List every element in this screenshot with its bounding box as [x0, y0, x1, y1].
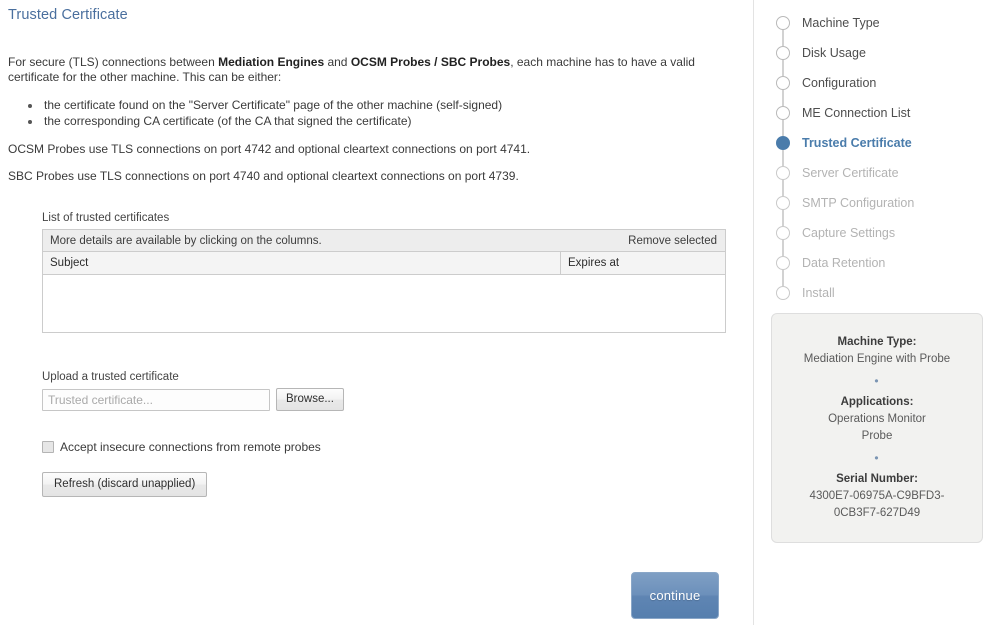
wizard-step-label: Install [802, 286, 835, 300]
main-content: Trusted Certificate For secure (TLS) con… [0, 0, 752, 625]
remove-selected-button[interactable]: Remove selected [628, 235, 717, 247]
wizard-step-label: ME Connection List [802, 106, 911, 120]
wizard-step-label: Machine Type [802, 16, 880, 30]
wizard-step-configuration[interactable]: Configuration [754, 68, 999, 106]
cert-table-toolbar: More details are available by clicking o… [43, 230, 725, 252]
wizard-step-label: Disk Usage [802, 46, 866, 60]
step-connector-line [782, 90, 784, 106]
accept-insecure-checkbox[interactable] [42, 441, 54, 453]
wizard-step-label: Server Certificate [802, 166, 899, 180]
page-title: Trusted Certificate [8, 7, 128, 23]
note-sbc-ports: SBC Probes use TLS connections on port 4… [8, 169, 519, 183]
wizard-step-label: Data Retention [802, 256, 886, 270]
step-circle-icon [776, 226, 790, 240]
step-connector-line [782, 270, 784, 286]
intro-bold-mediation-engines: Mediation Engines [218, 55, 325, 69]
upload-label: Upload a trusted certificate [42, 371, 179, 383]
wizard-step-data-retention[interactable]: Data Retention [754, 248, 999, 286]
step-connector-line [782, 210, 784, 226]
accept-insecure-row: Accept insecure connections from remote … [42, 440, 724, 454]
wizard-step-trusted-certificate[interactable]: Trusted Certificate [754, 128, 999, 166]
info-serial-number-key: Serial Number: [836, 473, 918, 485]
info-separator-dot: • [874, 451, 880, 465]
accept-insecure-label[interactable]: Accept insecure connections from remote … [60, 440, 321, 454]
cert-table-header-row: Subject Expires at [43, 252, 725, 275]
step-circle-icon [776, 286, 790, 300]
wizard-step-server-certificate[interactable]: Server Certificate [754, 158, 999, 196]
wizard-step-disk-usage[interactable]: Disk Usage [754, 38, 999, 76]
intro-lead-mid: and [324, 55, 351, 69]
machine-info-panel: Machine Type: Mediation Engine with Prob… [771, 313, 983, 543]
intro-text-block: For secure (TLS) connections between Med… [4, 55, 724, 184]
refresh-row: Refresh (discard unapplied) [42, 472, 724, 497]
wizard-step-label: Trusted Certificate [802, 136, 912, 150]
step-connector-line [782, 30, 784, 46]
info-serial-number-value-2: 0CB3F7-627D49 [833, 507, 921, 519]
continue-button-wrapper: continue [631, 572, 719, 619]
continue-button[interactable]: continue [631, 572, 719, 619]
intro-bullet-item: the certificate found on the "Server Cer… [42, 97, 724, 113]
info-machine-type-key: Machine Type: [837, 336, 917, 348]
upload-row: Browse... [42, 388, 724, 411]
intro-lead-before: For secure (TLS) connections between [8, 55, 219, 69]
browse-button[interactable]: Browse... [276, 388, 344, 411]
step-circle-icon [776, 16, 790, 30]
step-circle-icon [776, 166, 790, 180]
wizard-step-capture-settings[interactable]: Capture Settings [754, 218, 999, 256]
wizard-step-list: Machine Type Disk Usage Configuration ME Co… [754, 0, 999, 308]
column-header-subject[interactable]: Subject [43, 252, 561, 274]
step-connector-line [782, 150, 784, 166]
intro-bullet-item: the corresponding CA certificate (of the… [42, 113, 724, 129]
info-applications-value-1: Operations Monitor [828, 413, 926, 425]
wizard-sidebar: Machine Type Disk Usage Configuration ME Co… [753, 0, 999, 625]
step-connector-line [782, 60, 784, 76]
info-serial-number-value-1: 4300E7-06975A-C9BFD3- [809, 490, 945, 502]
intro-bullet-list: the certificate found on the "Server Cer… [8, 97, 724, 129]
intro-bold-probes: OCSM Probes / SBC Probes [350, 55, 511, 69]
step-circle-icon [776, 46, 790, 60]
info-machine-type-value: Mediation Engine with Probe [803, 353, 951, 365]
wizard-step-install[interactable]: Install [754, 278, 999, 308]
step-connector-line [782, 120, 784, 136]
intro-lead-paragraph: For secure (TLS) connections between Med… [8, 55, 714, 85]
wizard-step-label: Capture Settings [802, 226, 896, 240]
cert-table-hint: More details are available by clicking o… [50, 234, 322, 247]
wizard-step-label: Configuration [802, 76, 877, 90]
installer-wizard-page: Trusted Certificate For secure (TLS) con… [0, 0, 999, 625]
info-applications-value-2: Probe [861, 430, 893, 442]
wizard-step-machine-type[interactable]: Machine Type [754, 8, 999, 46]
step-connector-line [782, 240, 784, 256]
info-applications-key: Applications: [840, 396, 914, 408]
info-separator-dot: • [874, 374, 880, 388]
step-circle-icon [776, 76, 790, 90]
step-circle-icon [776, 256, 790, 270]
step-circle-icon [776, 136, 790, 150]
wizard-step-me-connection-list[interactable]: ME Connection List [754, 98, 999, 136]
step-connector-line [782, 180, 784, 196]
trusted-certificate-input[interactable] [42, 388, 270, 411]
wizard-step-smtp-configuration[interactable]: SMTP Configuration [754, 188, 999, 226]
column-header-expires-at[interactable]: Expires at [561, 252, 725, 274]
refresh-discard-button[interactable]: Refresh (discard unapplied) [42, 472, 208, 497]
cert-table-body-empty [43, 275, 725, 332]
step-circle-icon [776, 196, 790, 210]
trusted-certificates-table: More details are available by clicking o… [42, 229, 726, 333]
cert-list-label: List of trusted certificates [42, 212, 170, 224]
note-ocsm-ports: OCSM Probes use TLS connections on port … [8, 142, 531, 156]
step-circle-icon [776, 106, 790, 120]
wizard-step-label: SMTP Configuration [802, 196, 915, 210]
